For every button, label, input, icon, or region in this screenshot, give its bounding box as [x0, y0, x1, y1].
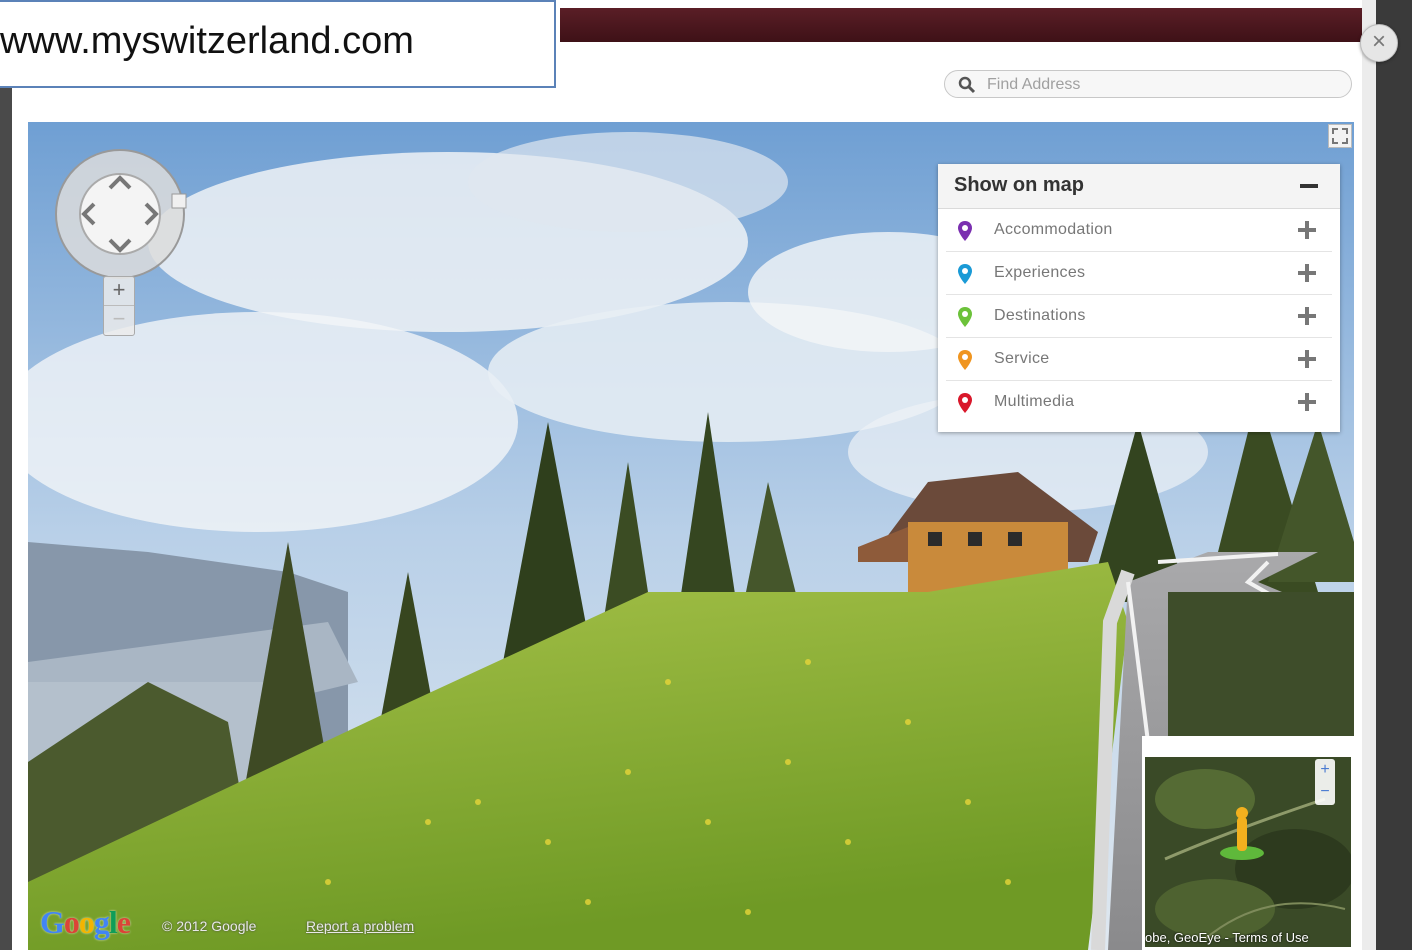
close-button[interactable]: × — [1360, 24, 1398, 62]
poi-label: Multimedia — [994, 393, 1075, 410]
find-address-search[interactable] — [944, 70, 1352, 98]
collapse-button[interactable] — [1300, 184, 1318, 188]
plus-icon[interactable] — [1298, 393, 1316, 411]
minimap-toolbar — [1145, 739, 1351, 757]
panel-title: Show on map — [954, 174, 1084, 196]
url-caption: www.myswitzerland.com — [0, 0, 556, 88]
search-icon — [958, 76, 976, 94]
street-view-panorama[interactable]: + − Show on map Accommodation Experience… — [28, 122, 1354, 950]
poi-label: Experiences — [994, 264, 1086, 281]
map-pin-icon — [958, 307, 972, 327]
window-frame-left — [0, 88, 12, 950]
close-icon: × — [1371, 28, 1386, 55]
window-frame-right — [1362, 0, 1412, 950]
fullscreen-button[interactable] — [1328, 124, 1352, 148]
map-pin-icon — [958, 393, 972, 413]
minimap-zoom-out[interactable]: − — [1315, 781, 1335, 803]
google-logo: Google — [40, 904, 131, 940]
plus-icon[interactable] — [1298, 350, 1316, 368]
map-pin-icon — [958, 264, 972, 284]
show-on-map-panel: Show on map Accommodation Experiences De… — [938, 164, 1340, 432]
poi-item-destinations[interactable]: Destinations — [946, 295, 1332, 338]
poi-item-service[interactable]: Service — [946, 338, 1332, 381]
poi-item-multimedia[interactable]: Multimedia — [946, 381, 1332, 423]
site-header-bar — [560, 8, 1362, 42]
poi-label: Accommodation — [994, 221, 1113, 238]
poi-label: Service — [994, 350, 1050, 367]
zoom-in-button[interactable]: + — [104, 277, 134, 305]
minimap-zoom-in[interactable]: + — [1315, 759, 1335, 781]
overview-minimap[interactable]: + − obe, GeoEye - Terms of Use — [1142, 736, 1354, 950]
expand-icon — [1332, 128, 1348, 144]
pegman-icon — [1220, 807, 1264, 860]
find-address-input[interactable] — [985, 74, 1339, 96]
zoom-control: + − — [103, 276, 135, 336]
plus-icon[interactable] — [1298, 221, 1316, 239]
map-pin-icon — [958, 221, 972, 241]
plus-icon[interactable] — [1298, 264, 1316, 282]
caption-text: www.myswitzerland.com — [0, 20, 414, 62]
minimap-zoom-control: + − — [1315, 759, 1335, 805]
minimap-attribution: obe, GeoEye - Terms of Use — [1145, 930, 1309, 945]
zoom-out-button[interactable]: − — [104, 305, 134, 334]
panel-header: Show on map — [938, 164, 1340, 209]
poi-item-experiences[interactable]: Experiences — [946, 252, 1332, 295]
poi-item-accommodation[interactable]: Accommodation — [946, 209, 1332, 252]
plus-icon[interactable] — [1298, 307, 1316, 325]
report-problem-link[interactable]: Report a problem — [306, 918, 414, 934]
copyright-text: © 2012 Google — [162, 918, 257, 934]
poi-label: Destinations — [994, 307, 1086, 324]
map-pin-icon — [958, 350, 972, 370]
pan-control[interactable] — [50, 144, 190, 284]
